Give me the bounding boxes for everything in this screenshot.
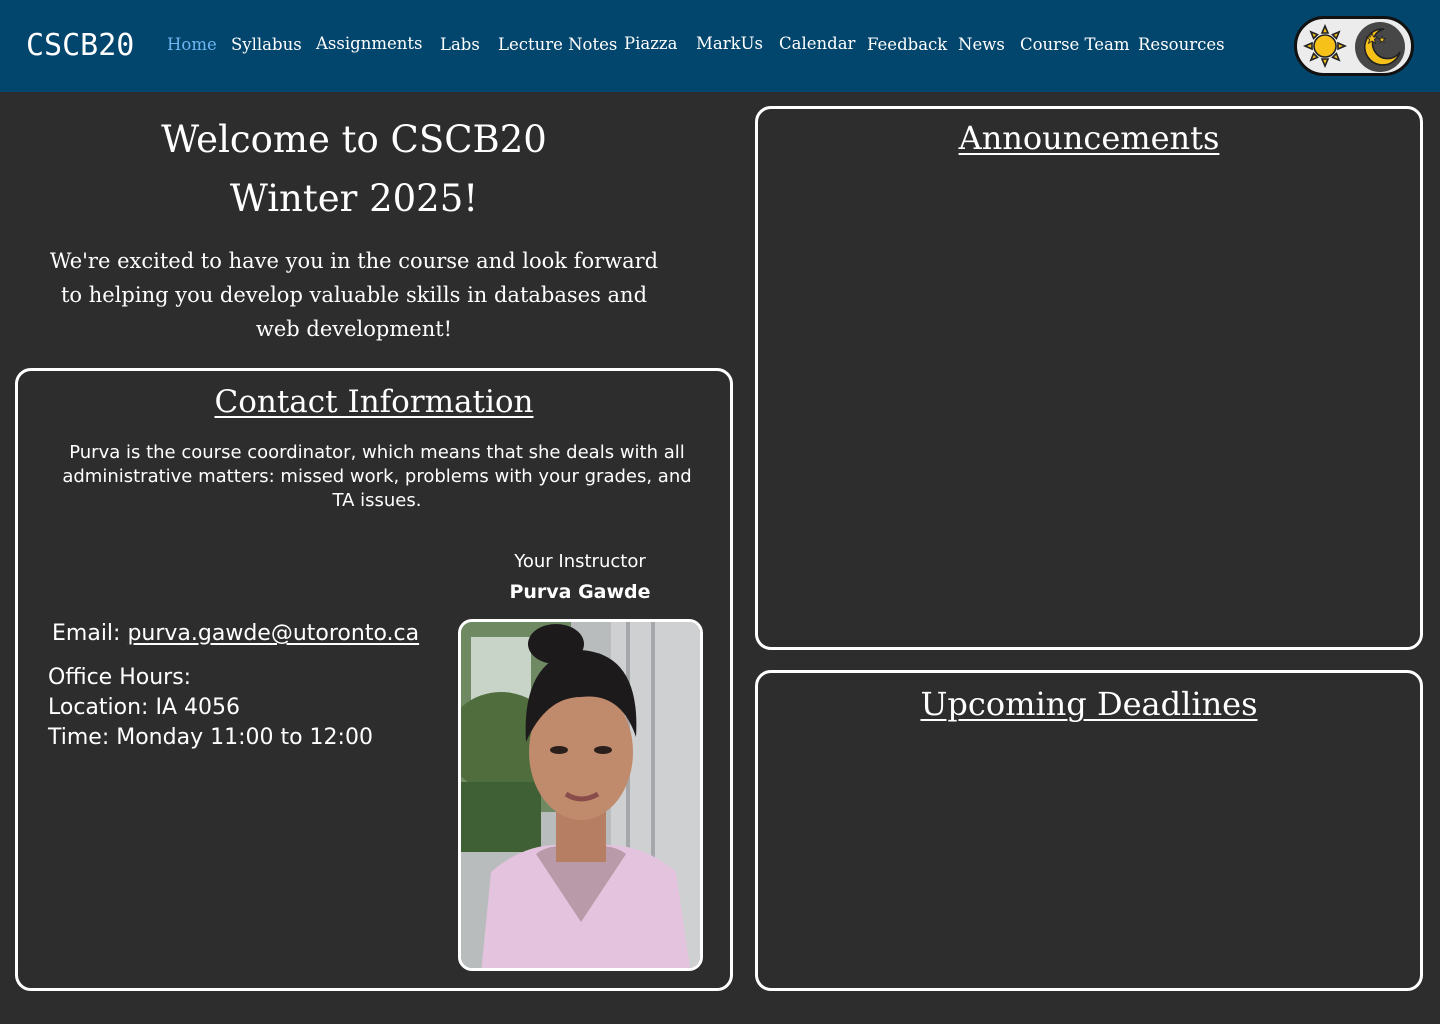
nav-home[interactable]: Home [167,34,217,56]
announcements-title: Announcements [958,119,1220,157]
office-location: Location: IA 4056 [48,695,240,720]
nav-resources[interactable]: Resources [1138,34,1225,56]
instructor-role: Your Instructor [514,551,646,572]
nav-lecture-notes[interactable]: Lecture Notes [498,34,617,56]
welcome-title: Welcome to CSCB20 Winter 2025! [40,110,668,228]
office-hours: Office Hours: Location: IA 4056 Time: Mo… [48,663,373,753]
contact-title: Contact Information [214,384,534,420]
nav-syllabus[interactable]: Syllabus [231,34,302,56]
sun-icon [1303,24,1347,68]
office-time: Time: Monday 11:00 to 12:00 [48,725,373,750]
nav-course-team[interactable]: Course Team [1020,34,1130,56]
contact-card: Contact Information Purva is the course … [15,368,733,991]
instructor-photo [458,619,703,971]
deadlines-title: Upcoming Deadlines [920,685,1258,723]
email-link[interactable]: purva.gawde@utoronto.ca [127,621,419,646]
email-line: Email: purva.gawde@utoronto.ca [52,619,419,649]
brand-logo[interactable]: CSCB20 [26,28,134,64]
email-label: Email: [52,621,121,646]
instructor-photo-illustration [461,622,700,968]
nav-calendar[interactable]: Calendar [779,33,855,55]
nav-markus[interactable]: MarkUs [696,33,763,55]
theme-toggle[interactable] [1294,16,1414,76]
contact-description: Purva is the course coordinator, which m… [62,442,692,511]
announcements-card: Announcements [755,106,1423,650]
nav-assignments[interactable]: Assignments [316,33,422,55]
nav-piazza[interactable]: Piazza [624,33,677,55]
nav-labs[interactable]: Labs [440,34,480,56]
navbar: CSCB20 Home Syllabus Assignments Labs Le… [0,0,1440,92]
welcome-section: Welcome to CSCB20 Winter 2025! We're exc… [40,110,668,346]
toggle-knob[interactable] [1355,22,1405,72]
nav-feedback[interactable]: Feedback [867,34,947,56]
nav-news[interactable]: News [958,34,1005,56]
moon-icon [1363,28,1401,66]
office-hours-label: Office Hours: [48,665,192,690]
welcome-title-line2: Winter 2025! [229,177,479,220]
welcome-message: We're excited to have you in the course … [49,249,659,341]
welcome-title-line1: Welcome to CSCB20 [161,118,547,161]
instructor-name: Purva Gawde [509,581,651,603]
instructor-caption: Your Instructor Purva Gawde [458,547,702,607]
deadlines-card: Upcoming Deadlines [755,670,1423,991]
